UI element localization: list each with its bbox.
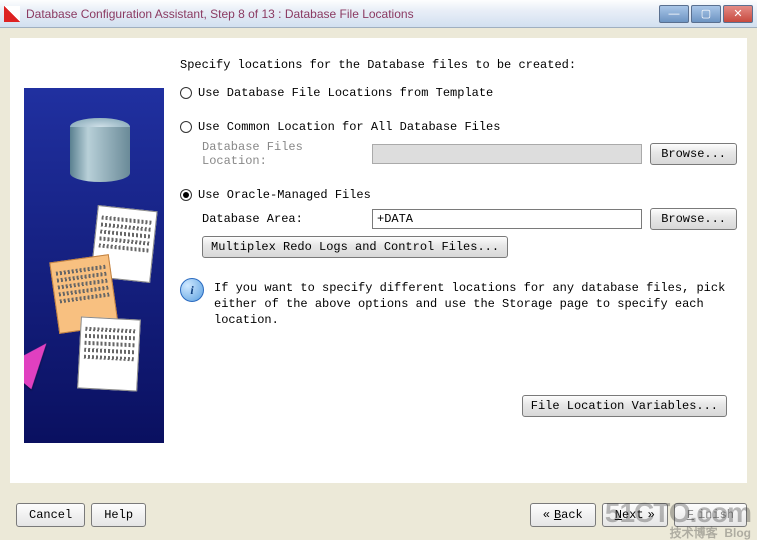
minimize-button[interactable]: —	[659, 5, 689, 23]
maximize-button[interactable]: ▢	[691, 5, 721, 23]
main-content: Specify locations for the Database files…	[180, 58, 737, 328]
app-icon	[4, 6, 20, 22]
radio-oracle-managed-label: Use Oracle-Managed Files	[198, 188, 371, 202]
back-button[interactable]: « Back	[530, 503, 596, 527]
next-button[interactable]: Next »	[602, 503, 668, 527]
wizard-nav-bar: Cancel Help « Back Next » Finish	[10, 503, 747, 527]
title-bar: Database Configuration Assistant, Step 8…	[0, 0, 757, 28]
paper-icon	[77, 316, 141, 391]
radio-oracle-managed[interactable]	[180, 189, 192, 201]
radio-common-location[interactable]	[180, 121, 192, 133]
cancel-button[interactable]: Cancel	[16, 503, 85, 527]
chevron-left-icon: «	[543, 508, 550, 522]
window-title: Database Configuration Assistant, Step 8…	[26, 7, 657, 21]
page-heading: Specify locations for the Database files…	[180, 58, 737, 72]
info-text: If you want to specify different locatio…	[214, 278, 737, 328]
client-area: Specify locations for the Database files…	[0, 28, 757, 539]
finish-button: Finish	[674, 503, 747, 527]
database-cylinder-icon	[70, 118, 130, 188]
multiplex-button[interactable]: Multiplex Redo Logs and Control Files...	[202, 236, 508, 258]
arrow-icon	[24, 332, 60, 390]
wizard-sidebar-image	[24, 88, 164, 443]
chevron-right-icon: »	[648, 508, 655, 522]
db-files-location-input	[372, 144, 642, 164]
close-button[interactable]: ✕	[723, 5, 753, 23]
file-location-variables-button[interactable]: File Location Variables...	[522, 395, 727, 417]
database-area-label: Database Area:	[202, 212, 372, 226]
browse-common-button[interactable]: Browse...	[650, 143, 737, 165]
help-button[interactable]: Help	[91, 503, 146, 527]
info-icon: i	[180, 278, 204, 302]
next-label-rest: ext	[622, 508, 644, 522]
radio-common-location-label: Use Common Location for All Database Fil…	[198, 120, 500, 134]
radio-use-template[interactable]	[180, 87, 192, 99]
db-files-location-label: Database Files Location:	[202, 140, 372, 168]
back-label-rest: ack	[561, 508, 583, 522]
database-area-input[interactable]	[372, 209, 642, 229]
content-frame: Specify locations for the Database files…	[10, 38, 747, 483]
browse-omf-button[interactable]: Browse...	[650, 208, 737, 230]
radio-use-template-label: Use Database File Locations from Templat…	[198, 86, 493, 100]
